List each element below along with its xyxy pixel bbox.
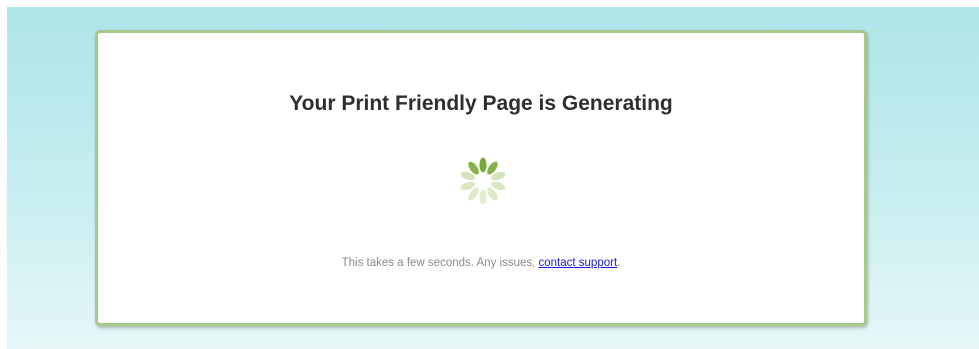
- status-message: This takes a few seconds. Any issues, co…: [98, 257, 864, 269]
- page-background: Your Print Friendly Page is Generating T…: [7, 7, 979, 349]
- page-title: Your Print Friendly Page is Generating: [289, 92, 673, 115]
- spinner-petal: [479, 157, 487, 173]
- spinner-petal: [479, 189, 487, 205]
- loading-spinner-icon: [460, 157, 506, 205]
- status-message-end: .: [617, 257, 621, 269]
- status-card: Your Print Friendly Page is Generating T…: [95, 30, 867, 326]
- contact-support-link[interactable]: contact support: [539, 257, 618, 269]
- status-message-text: This takes a few seconds. Any issues,: [341, 257, 539, 269]
